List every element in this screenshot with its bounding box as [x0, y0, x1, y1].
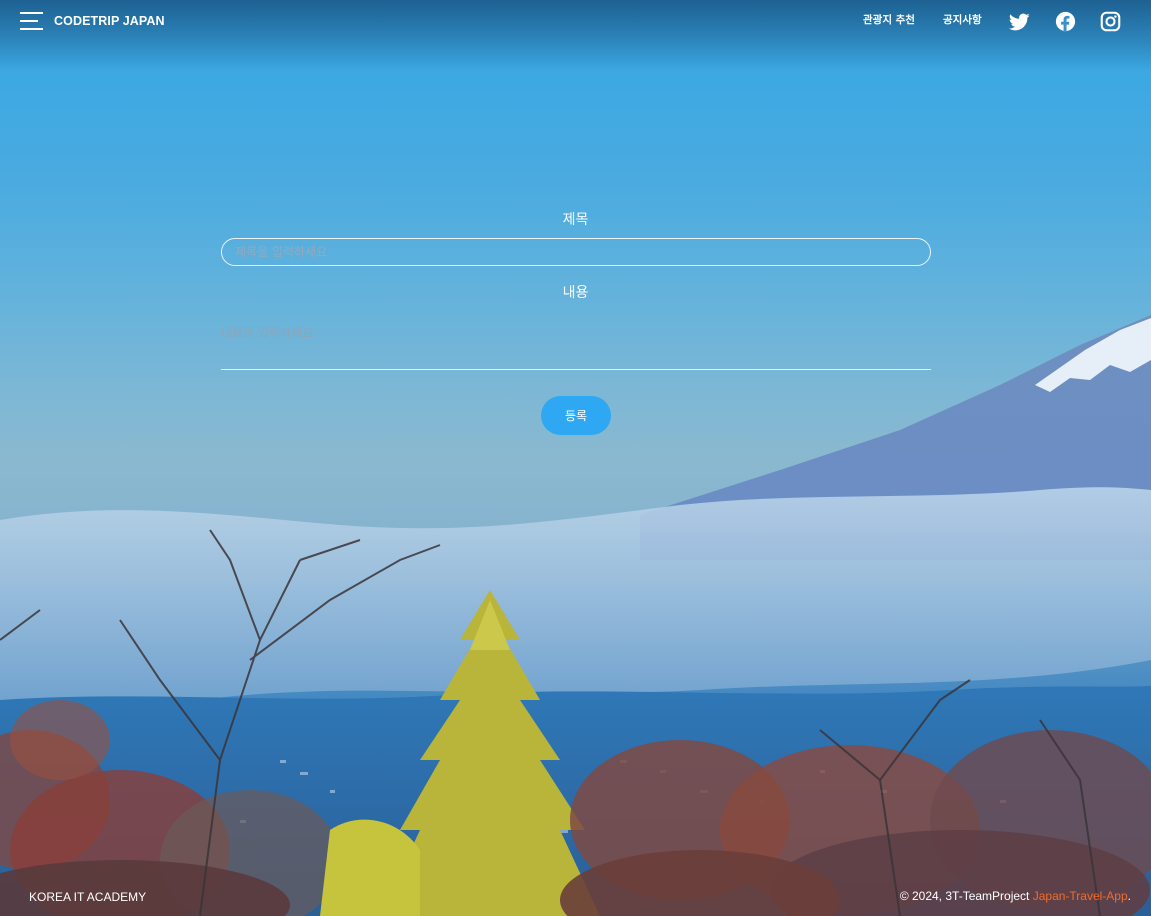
menu-line	[20, 28, 43, 30]
brand-logo-text[interactable]: CODETRIP JAPAN	[54, 14, 165, 28]
menu-icon[interactable]	[20, 12, 43, 30]
twitter-icon[interactable]	[1009, 11, 1030, 32]
instagram-icon[interactable]	[1100, 11, 1121, 32]
footer-copyright: © 2024, 3T-TeamProject Japan-Travel-App.	[900, 889, 1131, 903]
background-scene	[0, 0, 1151, 916]
title-input[interactable]	[221, 238, 931, 266]
cloud-band	[0, 487, 1151, 705]
content-textarea[interactable]	[221, 322, 931, 370]
facebook-icon[interactable]	[1055, 11, 1076, 32]
copyright-period: .	[1127, 889, 1131, 903]
title-label: 제목	[562, 212, 589, 228]
project-link[interactable]: Japan-Travel-App	[1033, 889, 1128, 903]
top-navbar: CODETRIP JAPAN 관광지 추천 공지사항	[0, 0, 1151, 44]
menu-line	[20, 20, 38, 22]
nav-notice-link[interactable]: 공지사항	[943, 12, 982, 27]
content-label: 내용	[562, 285, 589, 301]
footer-academy: KOREA IT ACADEMY	[29, 890, 147, 904]
menu-line	[20, 12, 43, 14]
copyright-text: © 2024, 3T-TeamProject	[899, 889, 1033, 903]
submit-button[interactable]: 등록	[541, 396, 611, 435]
nav-recommend-link[interactable]: 관광지 추천	[863, 12, 915, 27]
background-illustration	[0, 315, 1151, 916]
